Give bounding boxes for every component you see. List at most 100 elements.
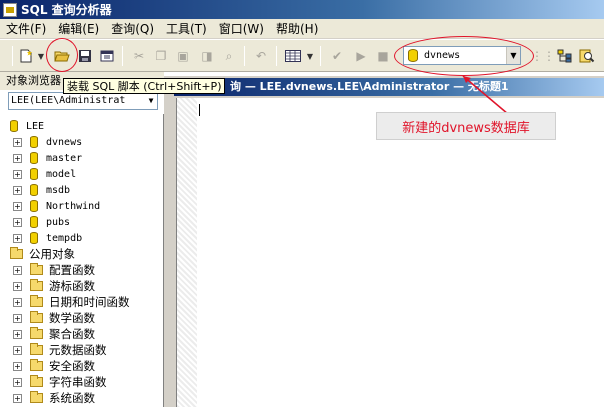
tree-node-label: 系统函数 — [49, 391, 95, 405]
insert-template-icon[interactable] — [98, 48, 116, 64]
tree-node-database[interactable]: + dvnews — [13, 134, 82, 150]
expand-icon[interactable]: + — [13, 153, 22, 163]
expand-icon[interactable]: + — [13, 345, 22, 355]
menu-bar: 文件(F) 编辑(E) 查询(Q) 工具(T) 窗口(W) 帮助(H) — [0, 19, 604, 39]
menu-edit[interactable]: 编辑(E) — [52, 20, 105, 37]
object-tree: LEE + dvnews + master + model + msdb + N… — [0, 114, 164, 407]
expand-icon[interactable]: + — [13, 281, 22, 291]
menu-query[interactable]: 查询(Q) — [105, 20, 160, 37]
tree-node-label: msdb — [46, 184, 71, 196]
new-query-icon[interactable] — [17, 48, 35, 64]
app-icon — [3, 2, 17, 17]
execution-plan-icon[interactable]: ⋮⋮ — [531, 48, 555, 64]
tree-node-function-group[interactable]: + 安全函数 — [13, 358, 95, 374]
tree-node-database[interactable]: + pubs — [13, 214, 70, 230]
copy-icon[interactable]: ❐ — [152, 48, 170, 64]
tree-node-function-group[interactable]: + 日期和时间函数 — [13, 294, 130, 310]
parse-query-icon[interactable]: ✔ — [328, 48, 346, 64]
results-mode-dropdown-icon[interactable]: ▼ — [305, 48, 315, 64]
object-search-icon[interactable] — [578, 48, 596, 64]
tree-node-label: pubs — [46, 216, 71, 228]
annotation-callout: 新建的dvnews数据库 — [376, 112, 556, 140]
server-select[interactable]: LEE(LEE\Administrat ▼ — [8, 92, 158, 110]
expand-icon[interactable]: + — [13, 137, 22, 147]
database-icon — [30, 200, 38, 212]
tree-node-label: 字符串函数 — [49, 375, 107, 389]
expand-icon[interactable]: + — [13, 233, 22, 243]
chevron-down-icon[interactable]: ▼ — [145, 93, 157, 109]
folder-icon — [30, 263, 43, 275]
tree-node-server[interactable]: LEE — [10, 118, 44, 134]
server-icon — [10, 120, 18, 132]
expand-icon[interactable]: + — [13, 393, 22, 403]
tree-node-function-group[interactable]: + 聚合函数 — [13, 326, 95, 342]
save-icon[interactable] — [76, 48, 94, 64]
tree-node-label: tempdb — [46, 232, 83, 244]
folder-icon — [30, 359, 43, 371]
tree-node-function-group[interactable]: + 数学函数 — [13, 310, 95, 326]
expand-icon[interactable]: + — [13, 217, 22, 227]
tree-node-function-group[interactable]: + 系统函数 — [13, 390, 95, 406]
tree-node-database[interactable]: + msdb — [13, 182, 70, 198]
database-icon — [30, 232, 38, 244]
expand-icon[interactable]: + — [13, 201, 22, 211]
folder-icon — [30, 375, 43, 387]
expand-icon[interactable]: + — [13, 185, 22, 195]
tree-node-label: 配置函数 — [49, 263, 95, 277]
tree-node-label: Northwind — [46, 200, 101, 212]
folder-icon — [30, 391, 43, 403]
window-title: SQL 查询分析器 — [21, 3, 112, 17]
expand-icon[interactable]: + — [13, 361, 22, 371]
results-mode-icon[interactable] — [284, 48, 302, 64]
expand-icon[interactable]: + — [13, 329, 22, 339]
tree-node-database[interactable]: + tempdb — [13, 230, 82, 246]
tree-node-common-objects[interactable]: 公用对象 — [10, 246, 75, 262]
object-browser-icon[interactable] — [556, 48, 574, 64]
menu-help[interactable]: 帮助(H) — [270, 20, 324, 37]
tree-node-label: 游标函数 — [49, 279, 95, 293]
toolbar-separator — [12, 46, 13, 66]
cancel-query-icon[interactable]: ■ — [374, 48, 392, 64]
expand-icon[interactable]: + — [13, 377, 22, 387]
tree-node-label: 日期和时间函数 — [49, 295, 130, 309]
tree-node-function-group[interactable]: + 字符串函数 — [13, 374, 107, 390]
tree-node-function-group[interactable]: + 配置函数 — [13, 262, 95, 278]
expand-icon[interactable]: + — [13, 265, 22, 275]
toolbar-separator — [244, 46, 245, 66]
folder-icon — [30, 295, 43, 307]
tree-node-label: 元数据函数 — [49, 343, 107, 357]
folder-icon — [30, 311, 43, 323]
database-icon — [30, 184, 38, 196]
undo-icon[interactable]: ↶ — [252, 48, 270, 64]
cut-icon[interactable]: ✂ — [130, 48, 148, 64]
folder-icon — [10, 247, 23, 259]
tree-node-database[interactable]: + Northwind — [13, 198, 100, 214]
expand-icon[interactable]: + — [13, 169, 22, 179]
tree-node-database[interactable]: + master — [13, 150, 82, 166]
toolbar-separator — [122, 46, 123, 66]
paste-icon[interactable]: ▣ — [174, 48, 192, 64]
menu-file[interactable]: 文件(F) — [0, 20, 52, 37]
tree-node-function-group[interactable]: + 元数据函数 — [13, 342, 107, 358]
tree-node-database[interactable]: + model — [13, 166, 76, 182]
execute-query-icon[interactable]: ▶ — [352, 48, 370, 64]
menu-tools[interactable]: 工具(T) — [160, 20, 213, 37]
tree-node-label: 聚合函数 — [49, 327, 95, 341]
menu-window[interactable]: 窗口(W) — [213, 20, 270, 37]
folder-icon — [30, 279, 43, 291]
text-caret — [199, 104, 200, 116]
database-icon — [30, 136, 38, 148]
window-titlebar: SQL 查询分析器 — [0, 0, 604, 19]
object-browser-title: 对象浏览器 — [6, 74, 61, 87]
tree-node-function-group[interactable]: + 游标函数 — [13, 278, 95, 294]
find-icon[interactable]: ⌕ — [220, 48, 238, 64]
tree-node-label: 数学函数 — [49, 311, 95, 325]
load-script-tooltip: 装载 SQL 脚本 (Ctrl+Shift+P) — [63, 78, 226, 94]
new-query-dropdown-icon[interactable]: ▼ — [36, 48, 46, 64]
clear-window-icon[interactable]: ◨ — [198, 48, 216, 64]
highlight-ellipse-database-select — [394, 36, 534, 76]
expand-icon[interactable]: + — [13, 297, 22, 307]
database-icon — [30, 168, 38, 180]
query-editor[interactable] — [176, 98, 604, 407]
expand-icon[interactable]: + — [13, 313, 22, 323]
